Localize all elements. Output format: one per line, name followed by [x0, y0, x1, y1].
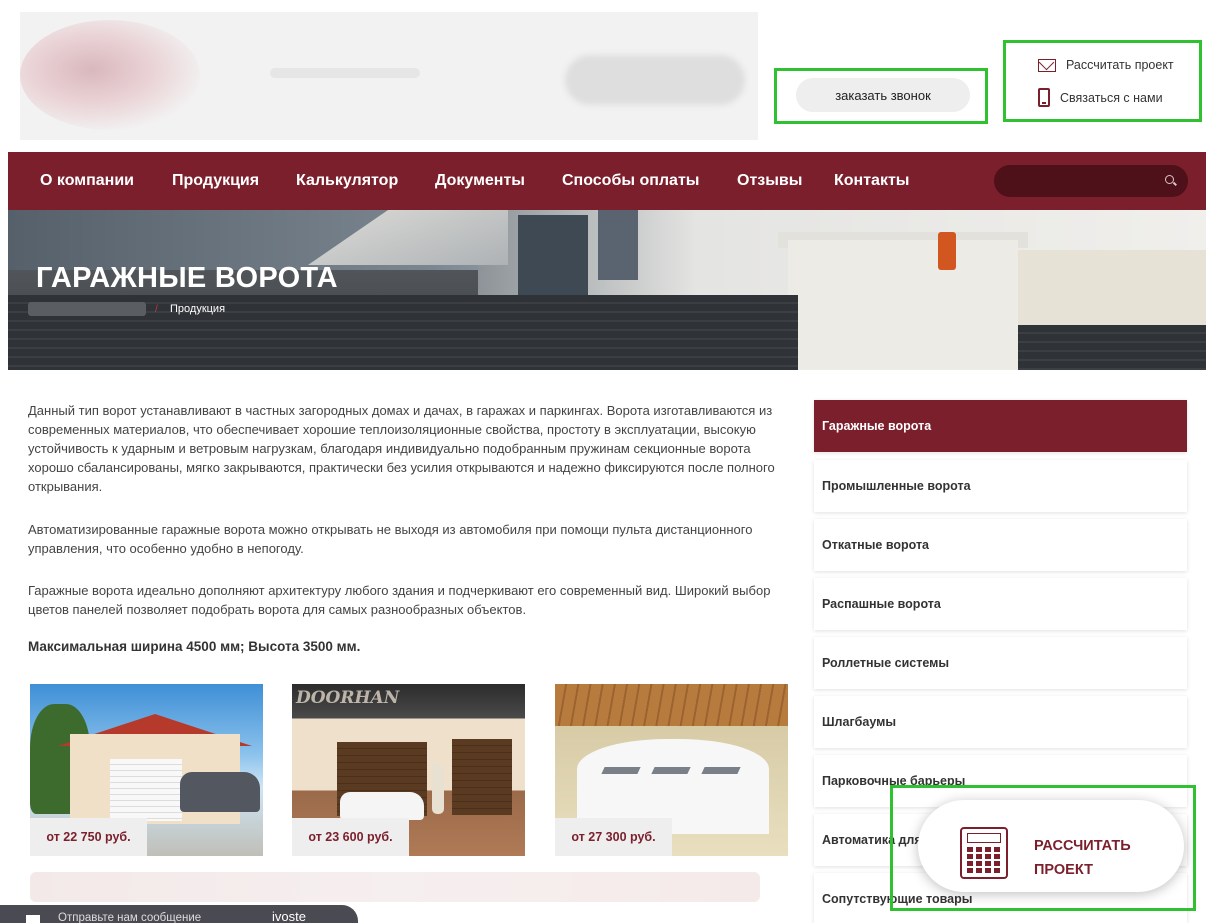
- header-blurred-phone: [565, 55, 745, 105]
- dimensions-note: Максимальная ширина 4500 мм; Высота 3500…: [28, 639, 361, 654]
- product-card[interactable]: от 27 300 руб.: [555, 684, 788, 856]
- calc-project-link[interactable]: Рассчитать проект: [1038, 58, 1174, 72]
- nav-item-reviews[interactable]: Отзывы: [737, 152, 802, 210]
- product-card[interactable]: от 22 750 руб.: [30, 684, 263, 856]
- nav-item-calculator[interactable]: Калькулятор: [296, 152, 398, 210]
- doorhan-watermark: DOORHAN: [296, 688, 400, 708]
- header-blurred-text: [270, 68, 420, 78]
- message-widget[interactable]: Отправьте нам сообщение ivoste: [0, 905, 358, 923]
- callback-button[interactable]: заказать звонок: [796, 78, 970, 112]
- sidebar-item-roller-systems[interactable]: Роллетные системы: [814, 637, 1187, 689]
- message-widget-label: Отправьте нам сообщение: [58, 912, 202, 923]
- sidebar-item-sliding-gates[interactable]: Откатные ворота: [814, 519, 1187, 571]
- sidebar-item-swing-gates[interactable]: Распашные ворота: [814, 578, 1187, 630]
- product-price: от 22 750 руб.: [30, 818, 147, 856]
- calc-highlight-box: [890, 785, 1196, 911]
- contact-us-label: Связаться с нами: [1060, 90, 1163, 105]
- blurred-strip: [30, 872, 760, 902]
- product-card[interactable]: DOORHAN от 23 600 руб.: [292, 684, 525, 856]
- description-paragraph: Автоматизированные гаражные ворота можно…: [28, 522, 753, 556]
- nav-item-documents[interactable]: Документы: [435, 152, 525, 210]
- message-widget-brand: ivoste: [272, 909, 306, 923]
- product-price: от 23 600 руб.: [292, 818, 409, 856]
- page: заказать звонок Рассчитать проект Связат…: [0, 0, 1206, 923]
- sidebar-item-barriers[interactable]: Шлагбаумы: [814, 696, 1187, 748]
- page-title: ГАРАЖНЫЕ ВОРОТА: [36, 262, 338, 294]
- description-paragraph: Гаражные ворота идеально дополняют архит…: [28, 583, 771, 617]
- logo[interactable]: [20, 20, 200, 130]
- breadcrumb-separator: /: [155, 304, 158, 315]
- search-icon[interactable]: [1165, 175, 1174, 184]
- nav-item-payment[interactable]: Способы оплаты: [562, 152, 699, 210]
- description-paragraph: Данный тип ворот устанавливают в частных…: [28, 403, 775, 494]
- sidebar-item-industrial-gates[interactable]: Промышленные ворота: [814, 460, 1187, 512]
- product-price: от 27 300 руб.: [555, 818, 672, 856]
- envelope-icon: [26, 915, 40, 923]
- breadcrumb-products[interactable]: Продукция: [170, 303, 225, 315]
- search-input[interactable]: [994, 165, 1188, 197]
- breadcrumb-home[interactable]: [28, 302, 146, 316]
- nav-item-contacts[interactable]: Контакты: [834, 152, 909, 210]
- nav-item-products[interactable]: Продукция: [172, 152, 259, 210]
- contact-us-link[interactable]: Связаться с нами: [1038, 88, 1163, 107]
- sidebar-item-garage-gates[interactable]: Гаражные ворота: [814, 400, 1187, 452]
- contacts-highlight-box: [1003, 40, 1202, 122]
- phone-icon: [1038, 88, 1050, 107]
- calc-project-label: Рассчитать проект: [1066, 58, 1174, 72]
- nav-item-about[interactable]: О компании: [40, 152, 134, 210]
- mail-icon: [1038, 58, 1056, 72]
